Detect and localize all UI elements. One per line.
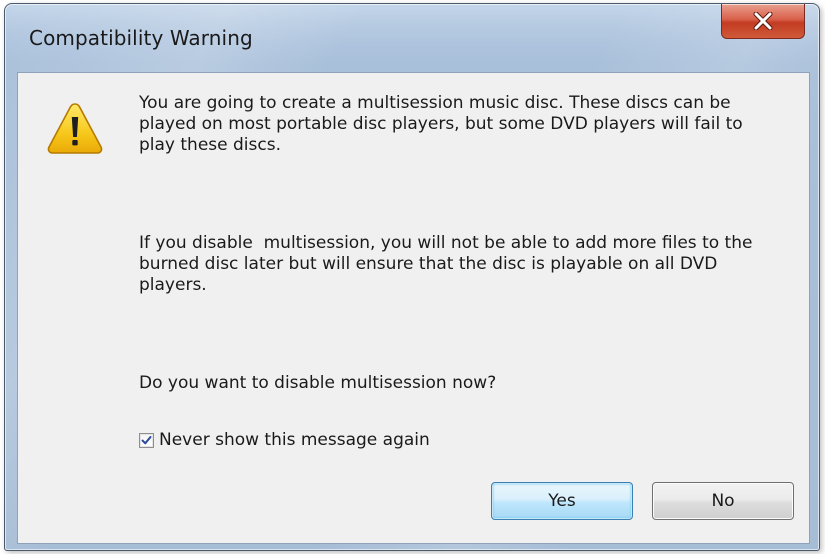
- close-button[interactable]: [721, 4, 805, 39]
- no-button-label: No: [711, 491, 735, 511]
- message-question: Do you want to disable multisession now?: [139, 373, 497, 393]
- dialog-client-area: You are going to create a multisession m…: [17, 72, 810, 544]
- title-bar[interactable]: Compatibility Warning: [5, 4, 819, 72]
- never-show-label: Never show this message again: [159, 430, 430, 450]
- warning-icon: [47, 103, 103, 154]
- yes-button-label: Yes: [548, 491, 576, 511]
- no-button[interactable]: No: [652, 482, 794, 520]
- dialog-title: Compatibility Warning: [29, 26, 253, 50]
- never-show-checkbox[interactable]: [139, 432, 154, 448]
- message-text-1: You are going to create a multisession m…: [139, 93, 743, 155]
- dialog-window: Compatibility Warning You are going to c…: [4, 3, 820, 551]
- checkmark-icon: [141, 435, 152, 444]
- dialog-content: You are going to create a multisession m…: [18, 73, 809, 543]
- message-text-2: If you disable multisession, you will no…: [139, 233, 758, 295]
- close-icon: [753, 12, 773, 30]
- yes-button[interactable]: Yes: [491, 482, 633, 520]
- never-show-checkbox-row[interactable]: Never show this message again: [139, 430, 430, 450]
